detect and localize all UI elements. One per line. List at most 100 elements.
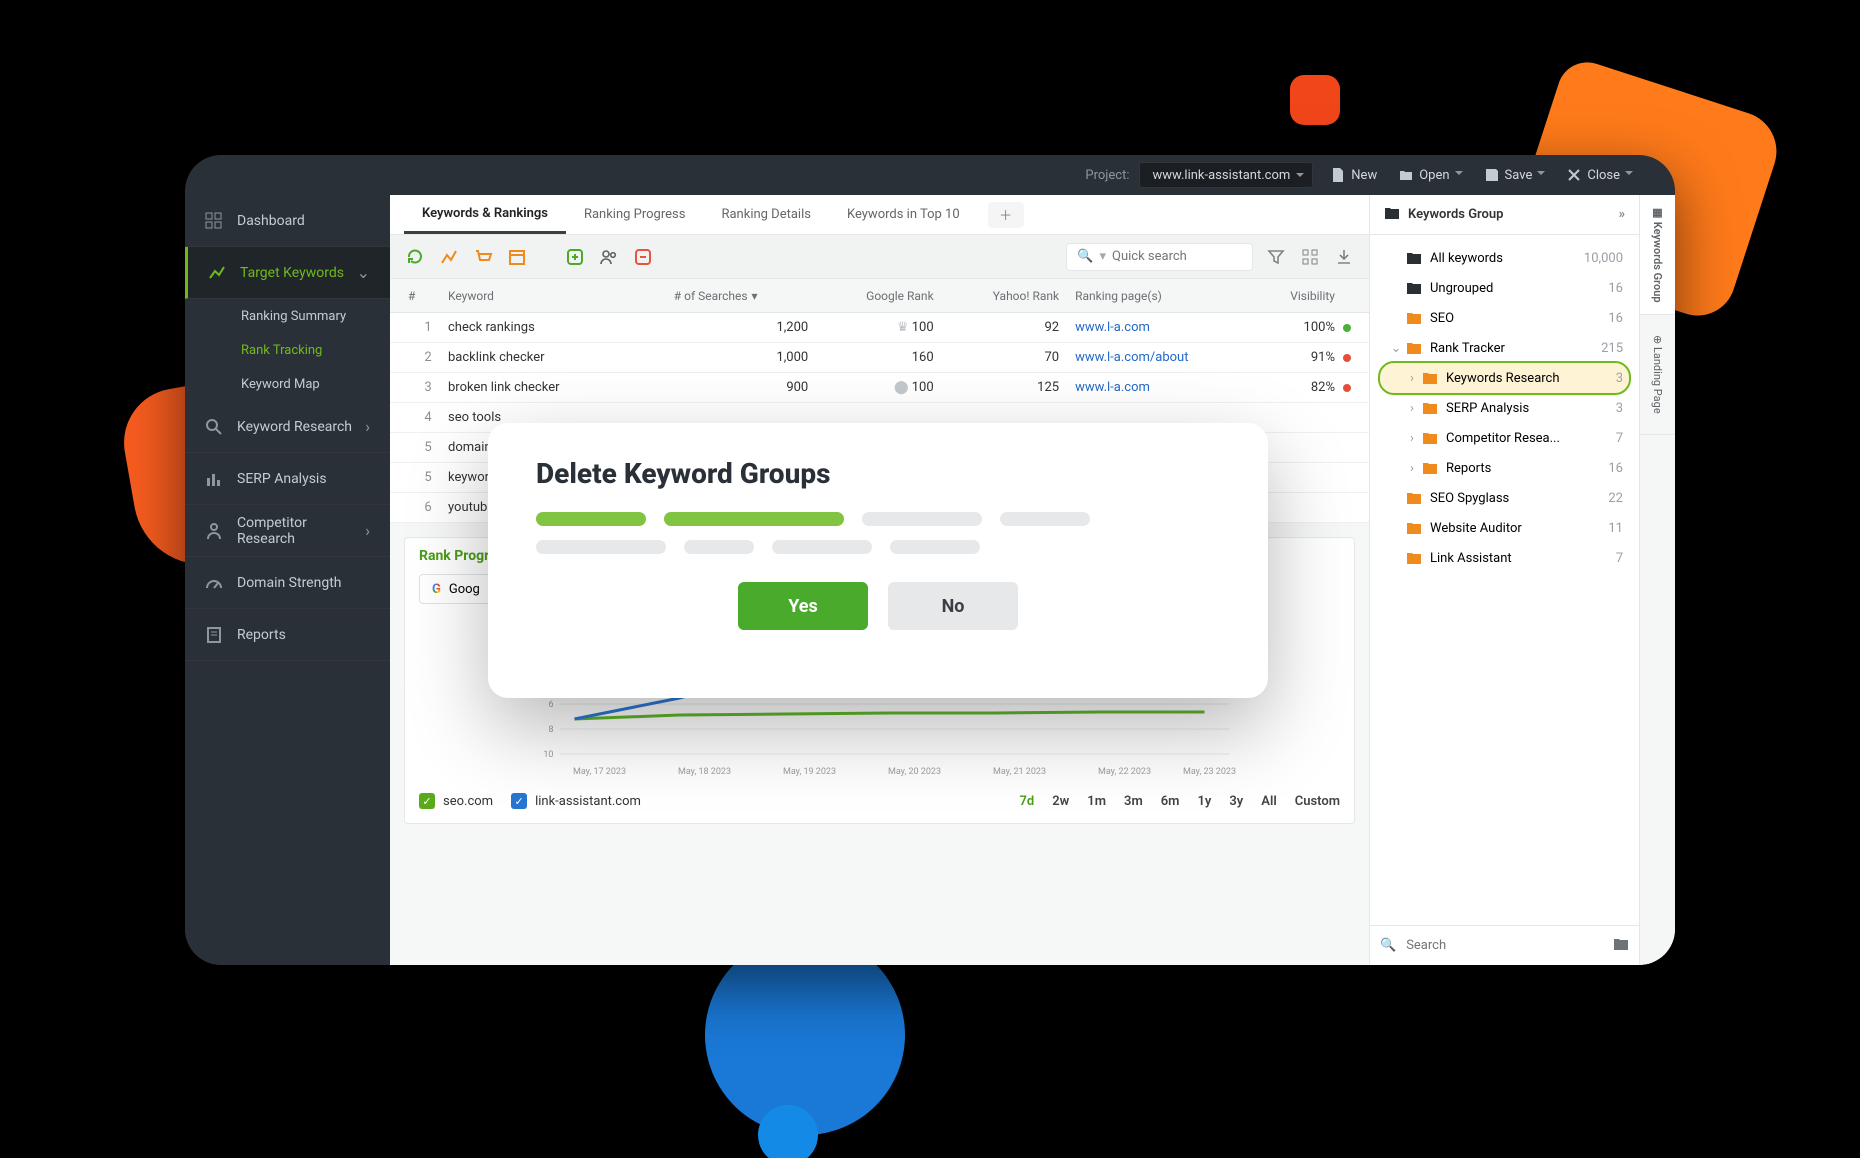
tree-item[interactable]: Ungrouped16 (1380, 273, 1629, 303)
vtab-keywords-group[interactable]: ▦ Keywords Group (1640, 195, 1675, 315)
nav-ranking-summary[interactable]: Ranking Summary (185, 299, 390, 333)
close-button[interactable]: Close (1567, 168, 1633, 183)
svg-text:May, 20 2023: May, 20 2023 (888, 767, 941, 777)
tree-item[interactable]: SEO Spyglass22 (1380, 483, 1629, 513)
period-1y[interactable]: 1y (1197, 794, 1211, 809)
nav-dashboard[interactable]: Dashboard (185, 195, 390, 247)
chevron-icon: ⌄ (1390, 341, 1402, 356)
quick-search[interactable]: 🔍▾ (1066, 243, 1253, 271)
collapse-icon[interactable]: » (1619, 207, 1625, 222)
nav-rank-tracking[interactable]: Rank Tracking (185, 333, 390, 367)
table-row[interactable]: 3broken link checker900⬤ 100125www.l-a.c… (390, 373, 1369, 403)
tab-ranking-details[interactable]: Ranking Details (703, 195, 829, 234)
col-yahoo-rank[interactable]: Yahoo! Rank (950, 289, 1075, 303)
nav-serp-analysis[interactable]: SERP Analysis (185, 453, 390, 505)
folder-icon (1384, 205, 1400, 225)
chevron-icon: › (1406, 401, 1418, 416)
filter-icon[interactable] (1265, 246, 1287, 268)
rpanel-title: Keywords Group (1408, 207, 1503, 222)
nav-label: SERP Analysis (237, 471, 327, 487)
nav-keyword-research[interactable]: Keyword Research › (185, 401, 390, 453)
period-2w[interactable]: 2w (1052, 794, 1069, 809)
folder-icon (1406, 520, 1422, 536)
cell-ranking-page[interactable]: www.l-a.com (1075, 380, 1238, 395)
tab-ranking-progress[interactable]: Ranking Progress (566, 195, 704, 234)
col-keyword[interactable]: Keyword (448, 289, 674, 303)
tree-count: 7 (1616, 551, 1623, 566)
nav-reports[interactable]: Reports (185, 609, 390, 661)
folder-icon (1422, 430, 1438, 446)
tree-item[interactable]: ›Reports16 (1380, 453, 1629, 483)
magnifier-icon (205, 418, 223, 436)
save-button[interactable]: Save (1485, 168, 1546, 183)
cell-ranking-page[interactable]: www.l-a.com/about (1075, 350, 1238, 365)
period-6m[interactable]: 6m (1161, 794, 1180, 809)
period-3y[interactable]: 3y (1229, 794, 1243, 809)
period-3m[interactable]: 3m (1124, 794, 1143, 809)
open-button[interactable]: Open (1399, 168, 1462, 183)
project-select[interactable]: www.link-assistant.com (1139, 162, 1313, 188)
export-icon[interactable] (1333, 246, 1355, 268)
tree-item[interactable]: SEO16 (1380, 303, 1629, 333)
tab-keywords-top10[interactable]: Keywords in Top 10 (829, 195, 978, 234)
chevron-right-icon: › (365, 521, 370, 540)
legend-la[interactable]: ✓link-assistant.com (511, 793, 641, 809)
search-engine-select[interactable]: G Goog (419, 574, 493, 604)
add-square-icon[interactable] (564, 246, 586, 268)
cell-visibility: 82% (1238, 380, 1351, 395)
period-Custom[interactable]: Custom (1295, 794, 1340, 809)
search-input[interactable] (1112, 249, 1242, 264)
cell-keyword: check rankings (448, 320, 674, 335)
col-visibility[interactable]: Visibility (1238, 289, 1351, 303)
folder-icon (1422, 370, 1438, 386)
col-google-rank[interactable]: Google Rank (824, 289, 949, 303)
cell-ranking-page[interactable]: www.l-a.com (1075, 320, 1238, 335)
calendar-icon[interactable] (506, 246, 528, 268)
tree-item[interactable]: ⌄Rank Tracker215 (1380, 333, 1629, 363)
col-searches[interactable]: # of Searches ▾ (674, 289, 825, 303)
col-num[interactable]: # (408, 289, 448, 303)
delete-icon[interactable] (632, 246, 654, 268)
table-header: # Keyword # of Searches ▾ Google Rank Ya… (390, 279, 1369, 313)
tree-count: 3 (1616, 401, 1623, 416)
legend-seo[interactable]: ✓seo.com (419, 793, 493, 809)
people-icon[interactable] (598, 246, 620, 268)
rpanel-search: 🔍 (1370, 925, 1639, 965)
tree-item[interactable]: ›Keywords Research3 (1380, 363, 1629, 393)
tree-label: Website Auditor (1430, 521, 1522, 536)
tree-item[interactable]: ›Competitor Resea...7 (1380, 423, 1629, 453)
tree-item[interactable]: Website Auditor11 (1380, 513, 1629, 543)
tab-keywords-rankings[interactable]: Keywords & Rankings (404, 195, 566, 234)
refresh-icon[interactable] (404, 246, 426, 268)
col-ranking-pages[interactable]: Ranking page(s) (1075, 289, 1238, 303)
new-folder-icon[interactable] (1613, 936, 1629, 956)
nav-keyword-map[interactable]: Keyword Map (185, 367, 390, 401)
tree-item[interactable]: Link Assistant 7 (1380, 543, 1629, 573)
nav-label: Keyword Map (241, 377, 320, 392)
tree-label: Link Assistant (1430, 551, 1512, 566)
period-All[interactable]: All (1261, 794, 1276, 809)
cell-google-rank: 160 (824, 350, 949, 365)
vtab-landing-page[interactable]: ⊕ Landing Page (1640, 315, 1675, 435)
nav-target-keywords[interactable]: Target Keywords ⌄ (185, 247, 390, 299)
tree-item[interactable]: ›SERP Analysis3 (1380, 393, 1629, 423)
columns-icon[interactable] (1299, 246, 1321, 268)
table-row[interactable]: 2backlink checker1,00016070www.l-a.com/a… (390, 343, 1369, 373)
tab-add-button[interactable]: ＋ (988, 202, 1024, 228)
period-7d[interactable]: 7d (1020, 794, 1035, 809)
tree-item[interactable]: All keywords10,000 (1380, 243, 1629, 273)
chart-line-up-icon (208, 264, 226, 282)
nav-domain-strength[interactable]: Domain Strength (185, 557, 390, 609)
svg-text:May, 18 2023: May, 18 2023 (678, 767, 731, 777)
cart-icon[interactable] (472, 246, 494, 268)
nav-competitor-research[interactable]: Competitor Research › (185, 505, 390, 557)
period-1m[interactable]: 1m (1087, 794, 1106, 809)
search-mode-dropdown[interactable]: ▾ (1099, 249, 1106, 264)
table-row[interactable]: 1check rankings1,200♛ 10092www.l-a.com10… (390, 313, 1369, 343)
folder-icon (1406, 250, 1422, 266)
analytics-icon[interactable] (438, 246, 460, 268)
modal-yes-button[interactable]: Yes (738, 582, 868, 630)
new-button[interactable]: New (1331, 168, 1377, 183)
modal-no-button[interactable]: No (888, 582, 1018, 630)
group-search-input[interactable] (1406, 938, 1603, 953)
